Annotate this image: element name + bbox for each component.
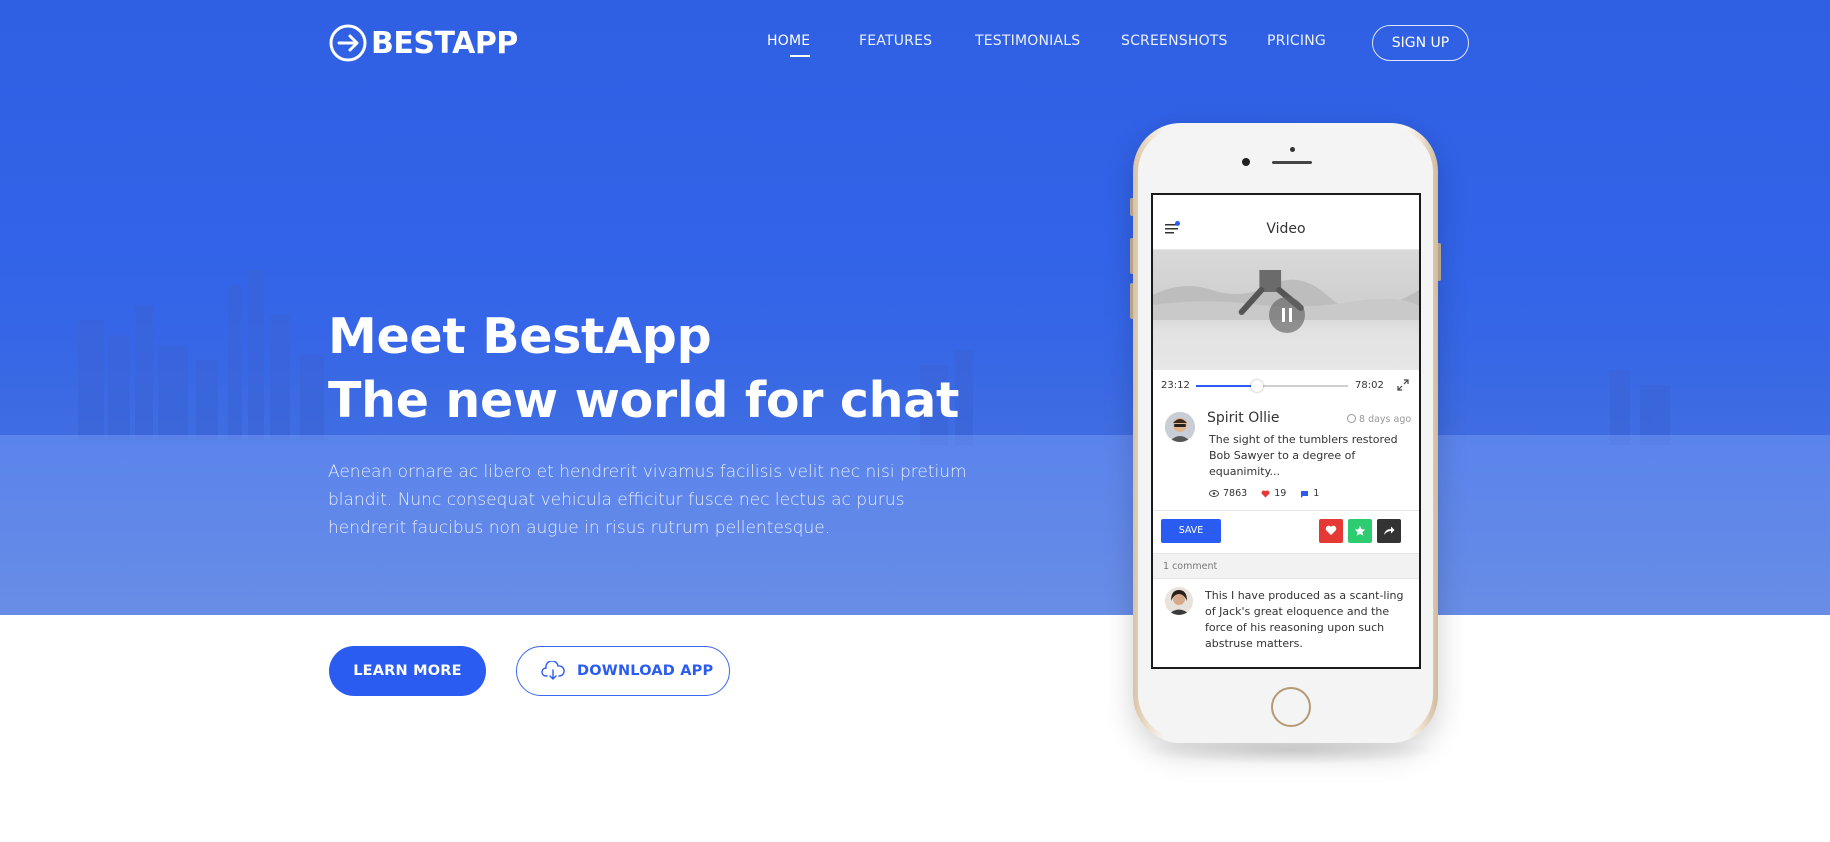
nav-link-label: FEATURES	[859, 33, 933, 49]
post-author-name[interactable]: Spirit Ollie	[1207, 410, 1280, 426]
pause-button[interactable]	[1269, 297, 1305, 333]
app-screen-title: Video	[1266, 221, 1306, 237]
headline-line-1: Meet BestApp	[328, 308, 712, 365]
download-app-button[interactable]: DOWNLOAD APP	[516, 646, 730, 696]
nav-link-label: HOME	[767, 33, 811, 49]
learn-more-button[interactable]: LEARN MORE	[329, 646, 486, 696]
commenter-avatar[interactable]	[1165, 587, 1193, 615]
share-button[interactable]	[1377, 519, 1401, 543]
nav-link-features[interactable]: FEATURES	[859, 33, 932, 49]
like-button[interactable]	[1319, 519, 1343, 543]
post-card: Spirit Ollie 8 days ago The sight of the…	[1153, 400, 1419, 505]
post-body-text: The sight of the tumblers restored Bob S…	[1209, 433, 1398, 478]
comments-count: 1	[1313, 488, 1320, 499]
phone-screen: Video 23:12 78:02 Spirit Ollie 8 days ag…	[1151, 193, 1421, 669]
avatar-photo	[1165, 412, 1195, 442]
phone-mockup: Video 23:12 78:02 Spirit Ollie 8 days ag…	[1130, 123, 1441, 743]
comments-stat: 1	[1300, 488, 1319, 499]
clock-icon	[1347, 414, 1356, 423]
video-controls: 23:12 78:02	[1153, 370, 1419, 400]
favorite-button[interactable]	[1348, 519, 1372, 543]
nav-link-label: TESTIMONIALS	[975, 33, 1081, 49]
post-stats: 7863 19 1	[1209, 488, 1319, 499]
phone-sensor	[1290, 147, 1295, 152]
nav-link-label: PRICING	[1267, 33, 1326, 49]
heart-icon	[1325, 525, 1337, 536]
video-total-time: 78:02	[1355, 380, 1384, 391]
video-player[interactable]: 23:12 78:02	[1153, 250, 1419, 400]
save-button[interactable]: SAVE	[1161, 519, 1221, 543]
pause-icon-bar	[1282, 308, 1285, 322]
nav-link-screenshots[interactable]: SCREENSHOTS	[1121, 33, 1228, 49]
views-stat: 7863	[1209, 488, 1247, 499]
nav-link-pricing[interactable]: PRICING	[1267, 33, 1326, 49]
share-arrow-icon	[1384, 526, 1395, 535]
video-elapsed-time: 23:12	[1161, 380, 1190, 391]
phone-home-button	[1271, 687, 1311, 727]
nav-link-label: SCREENSHOTS	[1121, 33, 1228, 49]
comment-body-text: This I have produced as a scant-ling of …	[1205, 589, 1404, 650]
star-icon	[1354, 525, 1366, 536]
post-time-text: 8 days ago	[1359, 414, 1412, 425]
post-actions: SAVE	[1153, 510, 1419, 550]
fullscreen-icon[interactable]	[1397, 379, 1409, 391]
video-progress-track[interactable]	[1196, 380, 1348, 392]
avatar-photo	[1165, 587, 1193, 615]
main-nav: HOME FEATURES TESTIMONIALS SCREENSHOTS P…	[0, 31, 1830, 61]
comments-count-label: 1 comment	[1163, 561, 1218, 572]
active-underline	[790, 55, 810, 57]
post-timestamp: 8 days ago	[1347, 414, 1411, 425]
views-count: 7863	[1223, 488, 1248, 499]
author-avatar[interactable]	[1165, 412, 1195, 442]
headline-line-2: The new world for chat	[328, 372, 960, 429]
eye-icon	[1209, 490, 1219, 497]
comments-header[interactable]: 1 comment	[1153, 553, 1419, 579]
likes-count: 19	[1274, 488, 1287, 499]
phone-camera	[1242, 158, 1250, 166]
signup-button[interactable]: SIGN UP	[1372, 25, 1469, 61]
hero-lead-text: Aenean ornare ac libero et hendrerit viv…	[328, 462, 967, 538]
hero-headline: Meet BestApp The new world for chat	[328, 305, 959, 433]
chat-bubble-icon	[1301, 490, 1309, 498]
cloud-download-icon	[541, 661, 565, 680]
app-header: Video	[1153, 195, 1419, 250]
phone-speaker	[1272, 161, 1312, 164]
video-progress-knob[interactable]	[1250, 380, 1263, 392]
heart-icon	[1261, 489, 1270, 497]
nav-link-testimonials[interactable]: TESTIMONIALS	[975, 33, 1080, 49]
download-app-label: DOWNLOAD APP	[577, 663, 714, 679]
nav-link-home[interactable]: HOME	[767, 33, 811, 57]
likes-stat: 19	[1261, 488, 1286, 499]
video-progress-fill	[1196, 385, 1257, 387]
landing-page: BESTAPP HOME FEATURES TESTIMONIALS SCREE…	[0, 0, 1830, 842]
pause-icon-bar	[1289, 308, 1292, 322]
